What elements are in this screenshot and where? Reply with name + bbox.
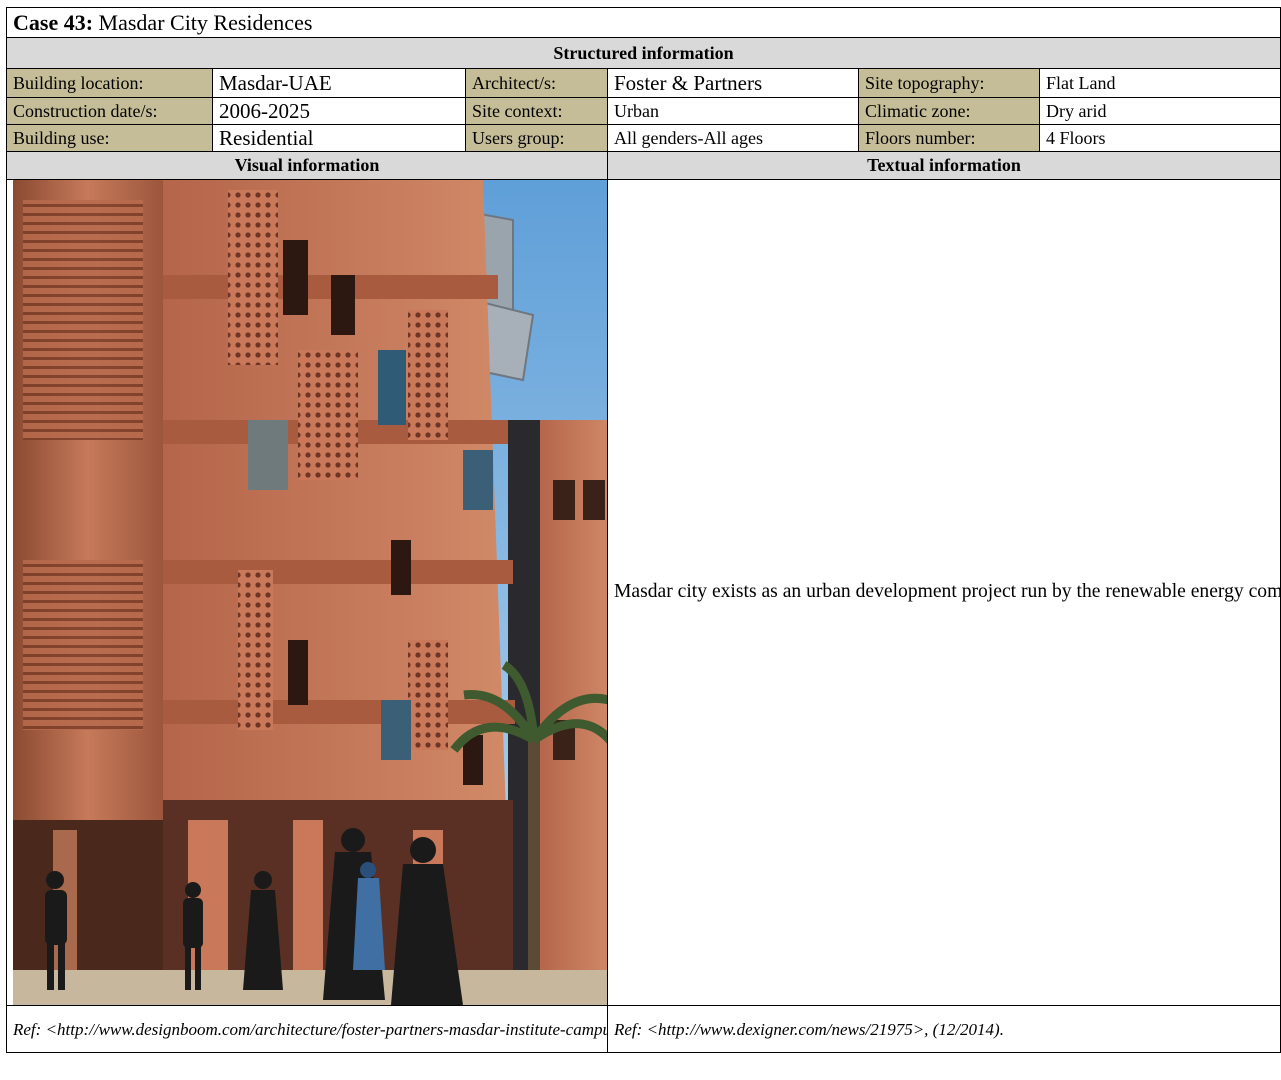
climatic-zone-label: Climatic zone: [858,97,1040,125]
mashrabiya-screen [238,570,273,730]
building-location-value: Masdar-UAE [212,68,466,98]
users-group-value: All genders-All ages [607,124,859,152]
building-location-label: Building location: [6,68,213,98]
floors-number-value: 4 Floors [1038,124,1281,152]
case-name: Masdar City Residences [98,9,313,35]
construction-dates-value: 2006-2025 [212,97,466,125]
visual-info-header: Visual information [6,151,608,180]
visual-ref: Ref: <http://www.designboom.com/architec… [6,1005,608,1053]
site-context-value: Urban [607,97,859,125]
climatic-zone-value: Dry arid [1038,97,1281,125]
building-use-label: Building use: [6,124,213,152]
pavement [13,970,607,1005]
textual-info-header: Textual information [606,151,1281,180]
description-text: Masdar city exists as an urban developme… [614,581,1281,603]
construction-dates-label: Construction date/s: [6,97,213,125]
mashrabiya-screen [228,190,278,365]
architects-label: Architect/s: [465,68,608,98]
building-photo [13,180,607,1005]
building-use-value: Residential [212,124,466,152]
mashrabiya-screen [408,310,448,440]
site-topography-value: Flat Land [1038,68,1281,98]
users-group-label: Users group: [465,124,608,152]
description-cell: Masdar city exists as an urban developme… [606,179,1281,1006]
case-sheet-table: Case 43: Masdar City Residences Structur… [5,7,1281,1053]
building-photo-cell [6,179,608,1006]
floors-number-label: Floors number: [858,124,1040,152]
mashrabiya-screen [408,640,448,750]
site-context-label: Site context: [465,97,608,125]
structured-info-header: Structured information [5,37,1281,69]
site-topography-label: Site topography: [858,68,1040,98]
textual-ref: Ref: <http://www.dexigner.com/news/21975… [606,1005,1281,1053]
mashrabiya-screen [298,350,358,480]
architects-value: Foster & Partners [607,68,859,98]
case-number: Case 43: [13,9,94,35]
case-title: Case 43: Masdar City Residences [5,7,1281,38]
